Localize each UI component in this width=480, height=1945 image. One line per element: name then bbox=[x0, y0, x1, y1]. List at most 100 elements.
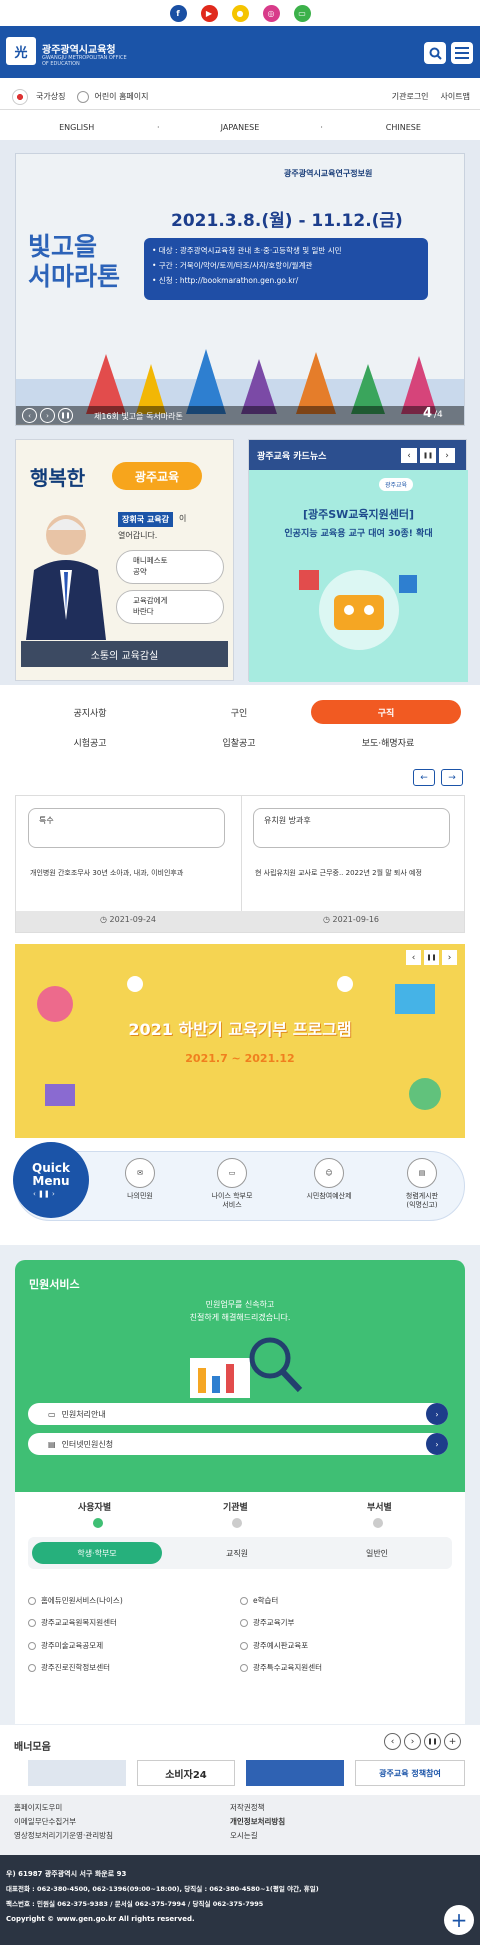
search-button[interactable] bbox=[424, 42, 446, 64]
pause-icon[interactable]: ❚❚ bbox=[58, 408, 73, 423]
people-icon: ☺ bbox=[314, 1158, 344, 1188]
lang-japanese[interactable]: JAPANESE bbox=[163, 123, 316, 132]
board-prev-icon[interactable]: ← bbox=[413, 769, 435, 786]
slide-total: /4 bbox=[434, 410, 443, 420]
cardnews-image[interactable]: 광주교육 [광주SW교육지원센터] 인공지능 교육용 교구 대여 30종! 확대 bbox=[249, 470, 468, 682]
tab-jobseek[interactable]: 구직 bbox=[311, 700, 461, 724]
arrow-right-icon: › bbox=[426, 1433, 448, 1455]
filter-dept[interactable]: 부서별 bbox=[367, 1500, 392, 1513]
board-next-icon[interactable]: → bbox=[441, 769, 463, 786]
instagram-icon[interactable]: ◎ bbox=[262, 4, 280, 22]
footer-fax: 팩스번호 : 민원실 062-375-9383 / 문서실 062-375-79… bbox=[6, 1900, 264, 1908]
pause-icon[interactable]: ❚❚ bbox=[424, 1733, 441, 1750]
quick-item-neis[interactable]: ▭ 나이스 학부모 서비스 bbox=[197, 1158, 267, 1210]
quick-item-integrity[interactable]: ▤ 청렴게시판 (익명신고) bbox=[387, 1158, 457, 1210]
prev-icon[interactable]: ‹ bbox=[401, 448, 417, 463]
lang-english[interactable]: ENGLISH bbox=[0, 123, 153, 132]
footer-link[interactable]: 홈페이지도우미 bbox=[14, 1801, 113, 1815]
suggestion-button[interactable]: 교육감에게 바란다 bbox=[116, 590, 224, 624]
service-item[interactable]: 광주교육기부 bbox=[240, 1617, 294, 1628]
footer-link[interactable]: 저작권정책 bbox=[230, 1801, 285, 1815]
sub-student[interactable]: 학생·학부모 bbox=[32, 1542, 162, 1564]
footer-link[interactable]: 오시는길 bbox=[230, 1829, 285, 1843]
agency-login-link[interactable]: 기관로그인 bbox=[392, 91, 429, 102]
civil-lead: 민원업무를 신속하고 친절하게 해결해드리겠습니다. bbox=[189, 1300, 291, 1322]
lang-chinese[interactable]: CHINESE bbox=[327, 123, 480, 132]
banner-1[interactable] bbox=[28, 1760, 126, 1786]
tab-bid[interactable]: 입찰공고 bbox=[174, 730, 304, 754]
footer-link[interactable]: 개인정보처리방침 bbox=[230, 1815, 285, 1829]
tab-exam[interactable]: 시험공고 bbox=[25, 730, 155, 754]
footer-info: 우) 61987 광주광역시 서구 화운로 93 대표전화 : 062-380-… bbox=[0, 1855, 480, 1945]
language-bar: ENGLISH · JAPANESE · CHINESE bbox=[0, 118, 480, 136]
sub-staff[interactable]: 교직원 bbox=[172, 1542, 302, 1564]
prev-icon[interactable]: ‹ bbox=[406, 950, 421, 965]
civil-apply-button[interactable]: ▤ 인터넷민원신청 › bbox=[28, 1433, 448, 1455]
civil-guide-button[interactable]: ▭ 민원처리안내 › bbox=[28, 1403, 448, 1425]
quick-item-budget[interactable]: ☺ 시민참여예산제 bbox=[294, 1158, 364, 1201]
blog-icon[interactable]: ▭ bbox=[293, 4, 311, 22]
kakaostory-icon[interactable]: ● bbox=[231, 4, 249, 22]
menu-button[interactable] bbox=[451, 42, 473, 64]
kids-icon bbox=[77, 90, 90, 103]
footer-link[interactable]: 영상정보처리기기운영·관리방침 bbox=[14, 1829, 113, 1843]
youtube-icon[interactable]: ▶ bbox=[200, 4, 218, 22]
flag-icon bbox=[12, 88, 28, 105]
slogan-badge: 광주교육 bbox=[112, 462, 202, 490]
prev-icon[interactable]: ‹ bbox=[22, 408, 37, 423]
national-symbol-link[interactable]: 국가상징 bbox=[36, 91, 65, 102]
plus-icon[interactable]: + bbox=[444, 1733, 461, 1750]
filter-agency-dot bbox=[232, 1518, 242, 1528]
next-icon[interactable]: › bbox=[439, 448, 455, 463]
banner-3[interactable] bbox=[246, 1760, 344, 1786]
arrow-right-icon: › bbox=[426, 1403, 448, 1425]
banner-2[interactable]: 소비자24 bbox=[137, 1760, 235, 1786]
prev-icon[interactable]: ‹ bbox=[384, 1733, 401, 1750]
next-icon[interactable]: › bbox=[40, 408, 55, 423]
search-icon bbox=[429, 47, 442, 60]
logo-icon[interactable]: 光 bbox=[6, 37, 36, 65]
kids-page-link[interactable]: 어린이 홈페이지 bbox=[94, 91, 148, 102]
service-item[interactable]: e학습터 bbox=[240, 1595, 278, 1606]
slide-caption-bar bbox=[16, 406, 464, 425]
board-item-1-title[interactable]: 특수 bbox=[28, 808, 225, 848]
quick-menu-controls[interactable]: ‹ ❚❚ › bbox=[33, 1190, 55, 1198]
manifesto-button[interactable]: 매니페스토 공약 bbox=[116, 550, 224, 584]
service-item[interactable]: 광주예시판교육포 bbox=[240, 1640, 308, 1651]
office-link[interactable]: 소통의 교육감실 bbox=[21, 641, 228, 667]
slogan: 행복한 bbox=[30, 466, 86, 490]
service-item[interactable]: 홈에듀민원서비스(나이스) bbox=[28, 1595, 123, 1606]
board-item-1-desc[interactable]: 개인병원 간호조무사 30년 소아과, 내과, 이비인후과 bbox=[30, 868, 230, 878]
banner-4[interactable]: 광주교육 정책참여 bbox=[355, 1760, 465, 1786]
filter-agency[interactable]: 기관별 bbox=[223, 1500, 248, 1513]
filter-user[interactable]: 사용자별 bbox=[78, 1500, 111, 1513]
slide-caption: 제16회 빛고을 독서마라톤 bbox=[94, 412, 183, 421]
main-slide[interactable]: 광주광역시교육연구정보원 2021.3.8.(월) - 11.12.(금) 빛고… bbox=[15, 153, 465, 426]
sitemap-link[interactable]: 사이트맵 bbox=[441, 91, 470, 102]
quick-item-my-civil[interactable]: ✉ 나의민원 bbox=[105, 1158, 175, 1201]
tab-recruit[interactable]: 구인 bbox=[174, 700, 304, 724]
service-item[interactable]: 광주특수교육지원센터 bbox=[240, 1662, 322, 1673]
board-item-2-desc[interactable]: 현 사립유치원 교사로 근무중.. 2022년 2월 말 퇴사 예정 bbox=[255, 868, 460, 878]
tab-press[interactable]: 보도·해명자료 bbox=[318, 730, 458, 754]
event-period: 2021.7 ~ 2021.12 bbox=[185, 1052, 295, 1065]
tab-notice[interactable]: 공지사항 bbox=[25, 700, 155, 724]
facebook-icon[interactable]: f bbox=[169, 4, 187, 22]
footer-link[interactable]: 이메일무단수집거부 bbox=[14, 1815, 113, 1829]
service-item[interactable]: 광주진로진학정보센터 bbox=[28, 1662, 110, 1673]
site-title[interactable]: 광주광역시교육청 bbox=[42, 41, 116, 56]
pause-icon[interactable]: ❚❚ bbox=[420, 448, 436, 463]
service-item[interactable]: 광주교교육원복지원센터 bbox=[28, 1617, 117, 1628]
slide-title: 빛고을 서마라톤 bbox=[28, 232, 121, 291]
service-item[interactable]: 광주미술교육공모제 bbox=[28, 1640, 103, 1651]
mail-icon: ✉ bbox=[125, 1158, 155, 1188]
next-icon[interactable]: › bbox=[404, 1733, 421, 1750]
board-item-2-title[interactable]: 유치원 방과후 bbox=[253, 808, 450, 848]
plus-icon[interactable]: + bbox=[444, 1905, 474, 1935]
event-banner[interactable]: 2021 하반기 교육기부 프로그램 2021.7 ~ 2021.12 ‹ ❚❚… bbox=[15, 944, 465, 1138]
sub-public[interactable]: 일반인 bbox=[312, 1542, 442, 1564]
slide-controls: ‹ › ❚❚ bbox=[22, 408, 73, 423]
event-title: 2021 하반기 교육기부 프로그램 bbox=[128, 1020, 352, 1039]
next-icon[interactable]: › bbox=[442, 950, 457, 965]
pause-icon[interactable]: ❚❚ bbox=[424, 950, 439, 965]
